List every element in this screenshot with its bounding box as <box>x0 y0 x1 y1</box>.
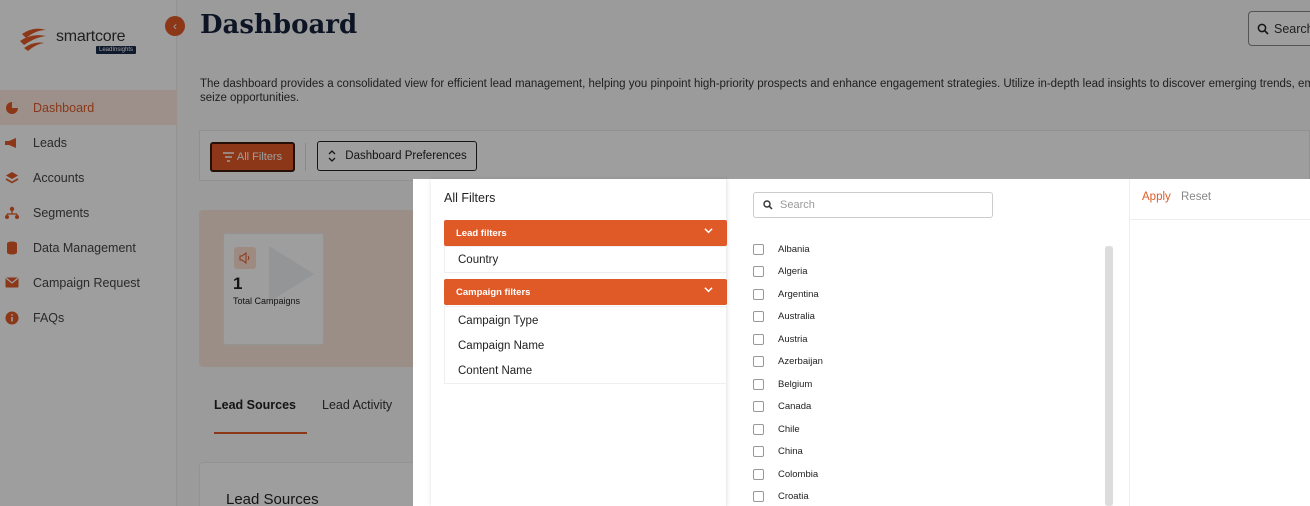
filter-item-label: Country <box>458 253 499 266</box>
country-option[interactable]: Belgium <box>753 373 1053 396</box>
filter-item-label: Campaign Type <box>458 314 539 327</box>
country-label: Albania <box>778 243 810 255</box>
country-option[interactable]: Australia <box>753 306 1053 329</box>
filter-actions-bar: Apply Reset <box>1130 179 1310 220</box>
country-option[interactable]: Azerbaijan <box>753 351 1053 374</box>
filters-modal-title: All Filters <box>444 191 496 205</box>
country-option[interactable]: Algeria <box>753 261 1053 284</box>
campaign-filters-list: Campaign Type Campaign Name Content Name <box>444 306 727 384</box>
lead-filters-header[interactable]: Lead filters <box>444 220 727 246</box>
checkbox[interactable] <box>753 401 764 413</box>
checkbox[interactable] <box>753 288 764 300</box>
filter-values-panel: Search Albania Algeria Argentina Australia A… <box>728 179 1129 506</box>
scrollbar-thumb[interactable] <box>1105 246 1113 506</box>
country-option[interactable]: China <box>753 441 1053 464</box>
checkbox[interactable] <box>753 423 764 435</box>
country-label: Australia <box>778 311 815 323</box>
country-option[interactable]: Colombia <box>753 463 1053 486</box>
checkbox[interactable] <box>753 468 764 480</box>
checkbox[interactable] <box>753 311 764 323</box>
country-label: Chile <box>778 423 800 435</box>
filter-item-content-name[interactable]: Content Name <box>445 358 726 383</box>
search-icon <box>763 200 773 210</box>
chevron-down-icon <box>704 287 713 293</box>
checkbox[interactable] <box>753 356 764 368</box>
search-placeholder: Search <box>780 199 815 211</box>
country-label: Argentina <box>778 288 819 300</box>
country-checkbox-list: Albania Algeria Argentina Australia Austria A… <box>753 238 1053 506</box>
checkbox[interactable] <box>753 491 764 503</box>
filter-actions-panel: Apply Reset <box>1129 179 1310 506</box>
country-label: Algeria <box>778 266 808 278</box>
filter-item-campaign-name[interactable]: Campaign Name <box>445 333 726 358</box>
country-option[interactable]: Chile <box>753 418 1053 441</box>
filter-item-label: Content Name <box>458 364 533 377</box>
country-label: Austria <box>778 333 808 345</box>
filter-groups-panel: All Filters Lead filters Country Campaig… <box>431 179 727 506</box>
country-option[interactable]: Albania <box>753 238 1053 261</box>
filter-item-campaign-type[interactable]: Campaign Type <box>445 308 726 333</box>
country-label: China <box>778 446 803 458</box>
checkbox[interactable] <box>753 266 764 278</box>
country-option[interactable]: Canada <box>753 396 1053 419</box>
checkbox[interactable] <box>753 446 764 458</box>
country-option[interactable]: Austria <box>753 328 1053 351</box>
checkbox[interactable] <box>753 243 764 255</box>
country-option[interactable]: Argentina <box>753 283 1053 306</box>
country-search-input[interactable]: Search <box>753 192 993 218</box>
checkbox[interactable] <box>753 378 764 390</box>
reset-button[interactable]: Reset <box>1181 191 1211 203</box>
country-label: Colombia <box>778 468 819 480</box>
apply-button[interactable]: Apply <box>1142 191 1171 203</box>
country-label: Belgium <box>778 378 813 390</box>
filter-item-country[interactable]: Country <box>445 247 726 272</box>
country-option[interactable]: Croatia <box>753 486 1053 506</box>
lead-filters-list: Country <box>444 246 727 273</box>
group-label: Lead filters <box>456 227 507 239</box>
country-label: Croatia <box>778 491 809 503</box>
chevron-down-icon <box>704 228 713 234</box>
group-label: Campaign filters <box>456 286 531 298</box>
filter-item-label: Campaign Name <box>458 339 545 352</box>
checkbox[interactable] <box>753 333 764 345</box>
campaign-filters-header[interactable]: Campaign filters <box>444 279 727 305</box>
country-label: Azerbaijan <box>778 356 823 368</box>
country-list-scrollbar[interactable] <box>1105 246 1113 506</box>
country-label: Canada <box>778 401 812 413</box>
filters-modal: All Filters Lead filters Country Campaig… <box>413 179 1310 506</box>
